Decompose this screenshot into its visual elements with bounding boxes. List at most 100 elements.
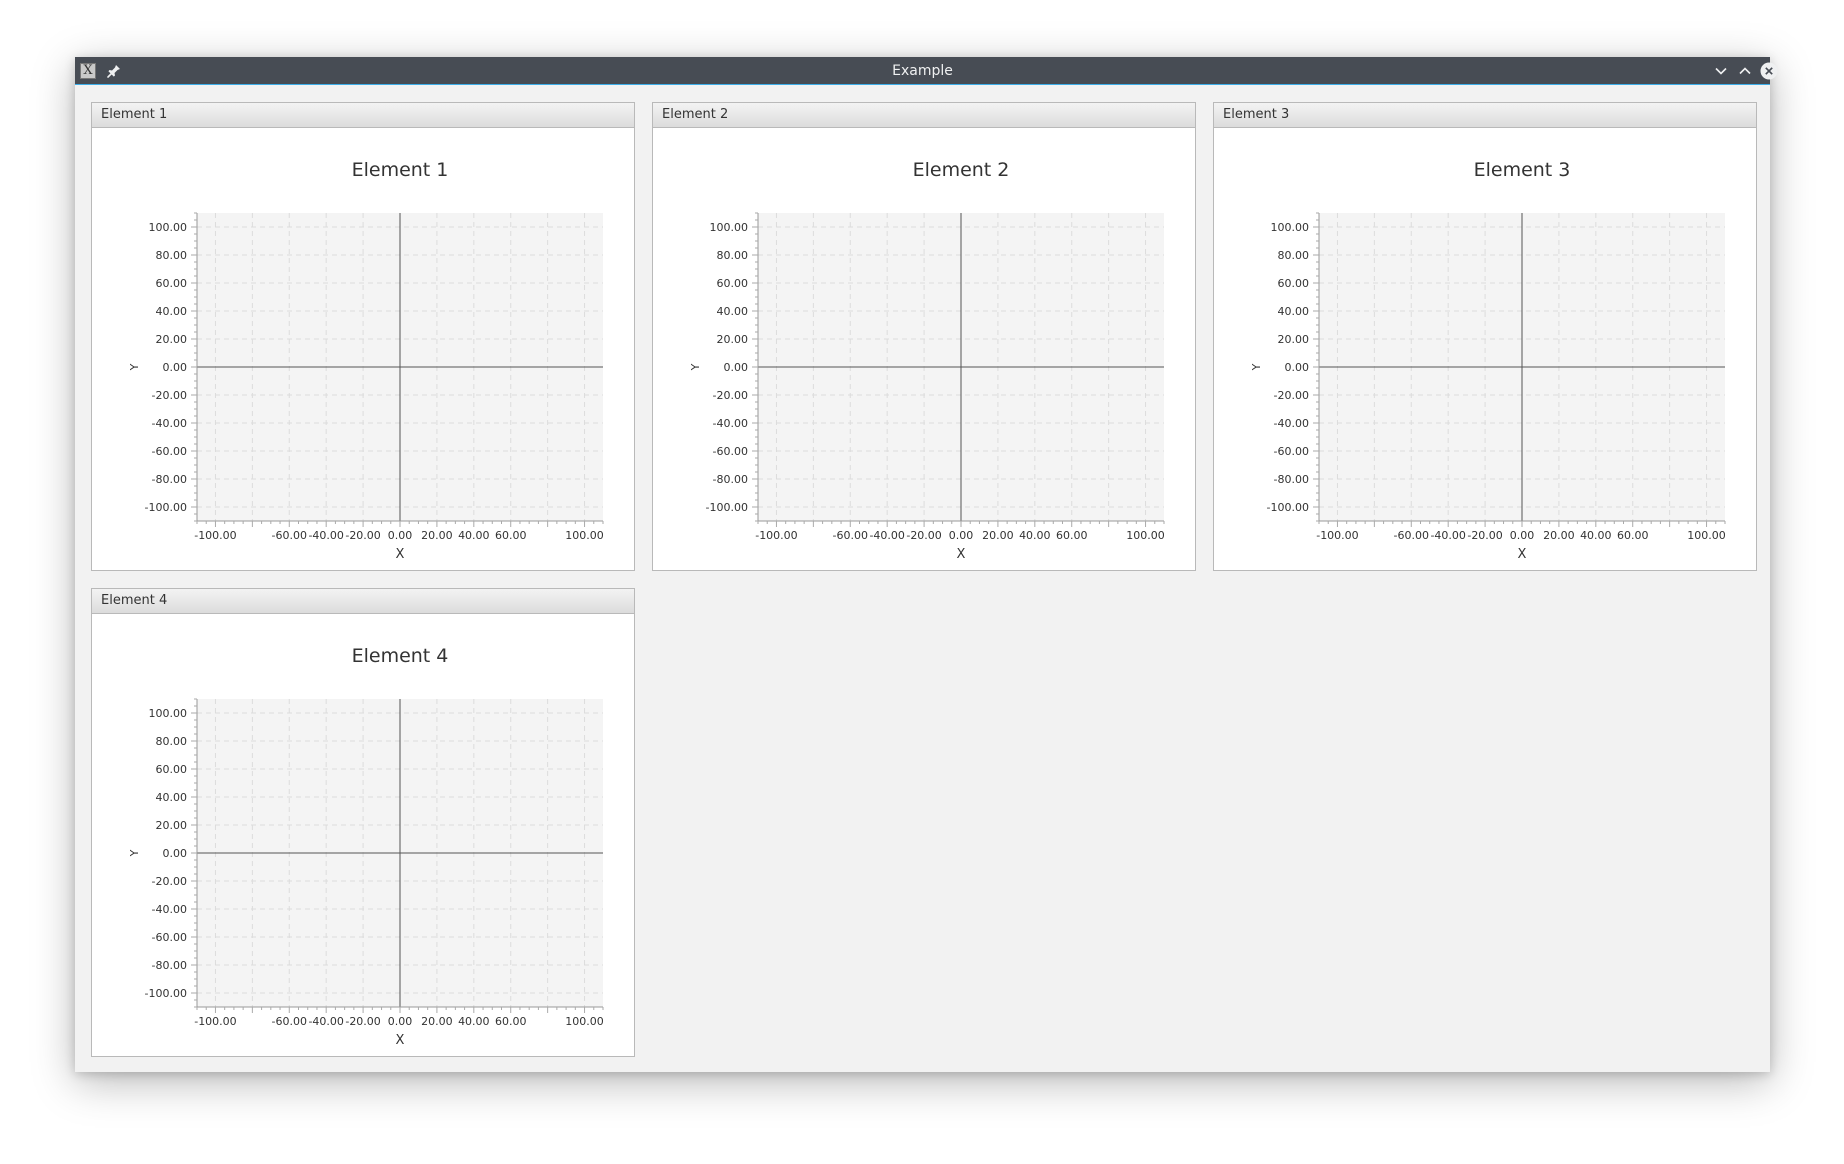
x-tick-label: 40.00 [1019, 529, 1050, 542]
chart-1: Element 1 -100.00 -60.00 -40.00 -20.00 0.00 20… [128, 159, 604, 562]
panel-header[interactable]: Element 4 [92, 589, 634, 614]
x-tick-label: 60.00 [1617, 529, 1649, 542]
chart-4: Element 4-100.00 -60.00 -40.00 -20.00 0.00 20… [128, 645, 604, 1048]
chart-2: Element 2-100.00 -60.00 -40.00 -20.00 0.00 20… [689, 159, 1165, 562]
y-tick-label: 100.00 [149, 707, 188, 720]
x-axis-label: X [957, 547, 966, 562]
panel-header-label: Element 3 [1223, 107, 1290, 122]
y-tick-label: 60.00 [156, 763, 188, 776]
y-tick-label: 60.00 [156, 277, 188, 290]
chart-title: Element 3 [1474, 159, 1571, 181]
y-tick-label: 80.00 [1278, 249, 1310, 262]
y-tick-label: -60.00 [713, 445, 748, 458]
y-tick-label: -100.00 [706, 501, 748, 514]
y-tick-label: -20.00 [713, 389, 748, 402]
x-tick-label: 60.00 [1056, 529, 1088, 542]
panel-header-label: Element 2 [662, 107, 729, 122]
y-tick-label: 60.00 [1278, 277, 1310, 290]
chart-panel-2: Element 2 Element 2 -100.00 -60.00 -40.00 -2… [652, 102, 1196, 571]
x-tick-label: -100.00 [755, 529, 797, 542]
x-tick-label: 20.00 [982, 529, 1014, 542]
y-tick-label: -80.00 [152, 959, 187, 972]
y-tick-label: 40.00 [156, 791, 188, 804]
y-tick-label: -20.00 [152, 389, 187, 402]
x-tick-label: -100.00 [1316, 529, 1358, 542]
y-axis-label: Y [128, 849, 141, 857]
minimize-icon[interactable] [1711, 61, 1731, 81]
x-tick-label: -20.00 [1467, 529, 1502, 542]
y-tick-label: -100.00 [1267, 501, 1309, 514]
y-tick-label: -60.00 [152, 445, 187, 458]
panel-header-label: Element 1 [101, 107, 168, 122]
chart-title: Element 1 [352, 159, 449, 181]
y-tick-label: -60.00 [152, 931, 187, 944]
x-tick-label: -60.00 [833, 529, 868, 542]
y-tick-label: -100.00 [145, 987, 187, 1000]
y-tick-label: 80.00 [156, 249, 188, 262]
y-tick-label: 100.00 [149, 221, 188, 234]
title-bar[interactable]: X Example [75, 57, 1778, 85]
x-axis-label: X [396, 547, 405, 562]
x-tick-label: 0.00 [1510, 529, 1535, 542]
y-axis-label: Y [128, 363, 141, 371]
panel-header-label: Element 4 [101, 593, 168, 608]
x-tick-label: -40.00 [869, 529, 904, 542]
close-icon[interactable] [1759, 61, 1779, 81]
y-tick-label: 0.00 [163, 847, 188, 860]
y-tick-label: 0.00 [1285, 361, 1310, 374]
x-tick-label: 20.00 [421, 1015, 453, 1028]
y-tick-label: 20.00 [156, 819, 188, 832]
y-tick-label: 40.00 [717, 305, 749, 318]
y-tick-label: -60.00 [1274, 445, 1309, 458]
x-tick-label: 100.00 [565, 529, 604, 542]
y-axis-label: Y [1250, 363, 1263, 371]
x-tick-label: -60.00 [272, 1015, 307, 1028]
y-tick-label: 80.00 [717, 249, 749, 262]
y-tick-label: 0.00 [724, 361, 749, 374]
y-tick-label: 60.00 [717, 277, 749, 290]
panel-header[interactable]: Element 2 [653, 103, 1195, 128]
x-tick-label: 0.00 [388, 529, 413, 542]
y-tick-label: -40.00 [152, 903, 187, 916]
chart-3: Element 3-100.00 -60.00 -40.00 -20.00 0.00 20… [1250, 159, 1726, 562]
x-tick-label: -40.00 [308, 1015, 343, 1028]
y-tick-label: -40.00 [713, 417, 748, 430]
chart-panel-3: Element 3 Element 3 -100.00 -60.00 -40.00 -2… [1213, 102, 1757, 571]
y-tick-label: -20.00 [1274, 389, 1309, 402]
x-tick-label: -60.00 [272, 529, 307, 542]
x-tick-label: -40.00 [1430, 529, 1465, 542]
y-tick-label: -20.00 [152, 875, 187, 888]
y-tick-label: 0.00 [163, 361, 188, 374]
x-tick-label: 60.00 [495, 529, 527, 542]
x-tick-label: -60.00 [1394, 529, 1429, 542]
y-tick-label: 100.00 [1271, 221, 1310, 234]
panel-header[interactable]: Element 1 [92, 103, 634, 128]
y-tick-label: 40.00 [156, 305, 188, 318]
x-tick-label: 40.00 [1580, 529, 1612, 542]
y-tick-label: -80.00 [1274, 473, 1309, 486]
x-tick-label: 100.00 [1687, 529, 1726, 542]
y-tick-label: 100.00 [710, 221, 749, 234]
x-tick-label: 100.00 [1126, 529, 1165, 542]
chart-title: Element 2 [913, 159, 1010, 181]
y-tick-label: 20.00 [156, 333, 188, 346]
x-tick-label: 40.00 [458, 1015, 490, 1028]
app-window: X Example Element 1 Element 1 -100.00 -60.… [75, 57, 1778, 1072]
maximize-icon[interactable] [1735, 61, 1755, 81]
y-tick-label: 40.00 [1278, 305, 1310, 318]
x-tick-label: -100.00 [194, 529, 236, 542]
x-tick-label: -20.00 [345, 1015, 380, 1028]
x-tick-label: -20.00 [345, 529, 380, 542]
x-axis-label: X [1518, 547, 1527, 562]
panel-header[interactable]: Element 3 [1214, 103, 1756, 128]
x-tick-label: 40.00 [458, 529, 490, 542]
chart-panel-1: Element 1 Element 1 -100.00 -60.00 -40.00 -2… [91, 102, 635, 571]
chart-title: Element 4 [352, 645, 449, 667]
x-tick-label: 20.00 [1543, 529, 1575, 542]
y-tick-label: -40.00 [152, 417, 187, 430]
x-tick-label: 0.00 [949, 529, 974, 542]
x-axis-label: X [396, 1033, 405, 1048]
y-tick-label: -40.00 [1274, 417, 1309, 430]
y-tick-label: 20.00 [1278, 333, 1310, 346]
y-axis-label: Y [689, 363, 702, 371]
